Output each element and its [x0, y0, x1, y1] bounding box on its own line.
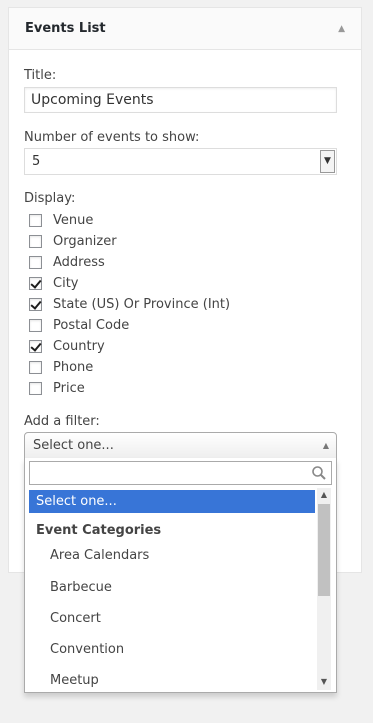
checkbox-label: City [53, 275, 79, 291]
filter-dropdown: Select one... Event Categories Area Cale… [24, 458, 337, 693]
dropdown-option[interactable]: Meetup [50, 673, 99, 688]
checkbox-label: State (US) Or Province (Int) [53, 296, 231, 312]
dropdown-search-input[interactable] [30, 462, 314, 486]
dropdown-option[interactable]: Area Calendars [50, 548, 149, 563]
display-label: Display: [24, 191, 76, 206]
address-checkbox[interactable] [29, 255, 42, 269]
checkbox-label: Address [53, 254, 105, 270]
triangle-up-icon: ▲ [322, 441, 329, 450]
checkbox-label: Country [53, 338, 105, 354]
country-checkbox[interactable] [29, 339, 42, 353]
dropdown-search-field[interactable] [29, 461, 332, 486]
filter-select[interactable]: Select one... ▲ [24, 432, 337, 459]
phone-checkbox[interactable] [29, 360, 42, 374]
title-input[interactable] [24, 87, 337, 113]
dropdown-option[interactable]: Convention [50, 642, 124, 657]
state-checkbox[interactable] [29, 297, 42, 311]
checkbox-label: Price [53, 380, 85, 396]
display-option-state[interactable]: State (US) Or Province (Int) [29, 295, 230, 313]
widget-header[interactable]: Events List ▲ [9, 8, 361, 50]
dropdown-option[interactable]: Barbecue [50, 580, 112, 595]
display-option-price[interactable]: Price [29, 379, 85, 397]
city-checkbox[interactable] [29, 276, 42, 290]
search-icon [312, 466, 326, 480]
display-option-organizer[interactable]: Organizer [29, 232, 117, 250]
display-option-country[interactable]: Country [29, 337, 105, 355]
checkbox-label: Venue [53, 212, 94, 228]
checkbox-label: Organizer [53, 233, 117, 249]
filter-label: Add a filter: [24, 414, 100, 429]
postal-code-checkbox[interactable] [29, 318, 42, 332]
display-option-phone[interactable]: Phone [29, 358, 93, 376]
display-option-postal-code[interactable]: Postal Code [29, 316, 129, 334]
dropdown-option-highlighted[interactable]: Select one... [29, 490, 315, 513]
count-select[interactable]: 5 ▼ [24, 148, 337, 175]
dropdown-group-label: Event Categories [36, 523, 162, 538]
organizer-checkbox[interactable] [29, 234, 42, 248]
chevron-down-icon[interactable]: ▼ [317, 675, 331, 688]
display-option-city[interactable]: City [29, 274, 78, 292]
checkbox-label: Postal Code [53, 317, 130, 333]
scrollbar-thumb[interactable] [318, 504, 330, 596]
display-option-address[interactable]: Address [29, 253, 105, 271]
filter-select-value: Select one... [33, 438, 114, 453]
chevron-up-icon[interactable]: ▲ [317, 488, 331, 501]
title-label: Title: [24, 68, 57, 83]
price-checkbox[interactable] [29, 381, 42, 395]
count-label: Number of events to show: [24, 130, 200, 145]
chevron-down-icon[interactable]: ▼ [320, 150, 335, 173]
widget-title: Events List [25, 21, 106, 36]
count-value: 5 [32, 154, 41, 169]
triangle-up-icon[interactable]: ▲ [338, 24, 345, 34]
checkbox-label: Phone [53, 359, 94, 375]
dropdown-option[interactable]: Concert [50, 611, 101, 626]
venue-checkbox[interactable] [29, 213, 42, 227]
display-option-venue[interactable]: Venue [29, 211, 93, 229]
